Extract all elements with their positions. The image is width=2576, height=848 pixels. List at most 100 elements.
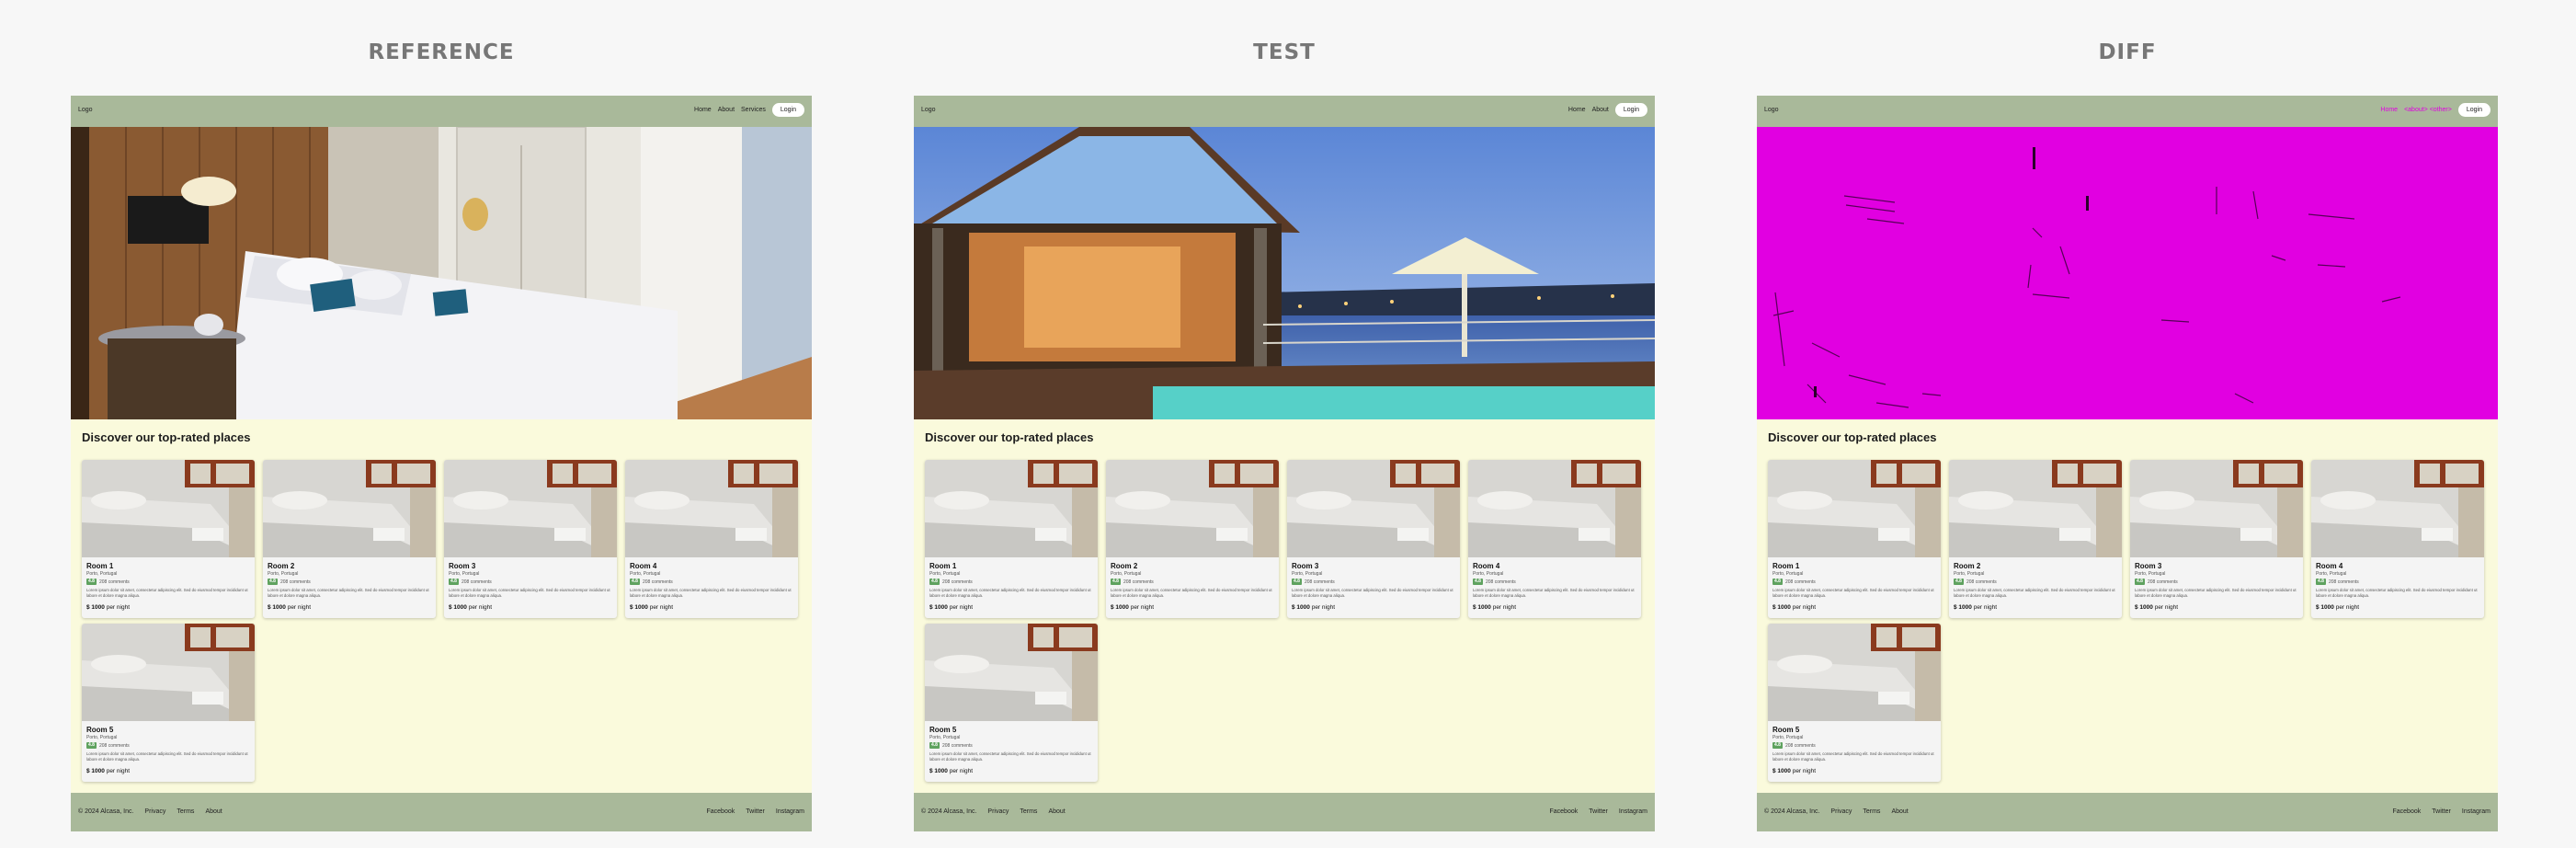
room-description: Lorem ipsum dolor sit amet, consectetur … bbox=[449, 588, 610, 598]
site-footer: © 2024 Alcasa, Inc. Privacy Terms About … bbox=[914, 793, 1655, 831]
site-logo[interactable]: Logo bbox=[921, 107, 936, 113]
price-unit: per night bbox=[1792, 604, 1816, 611]
facebook-link[interactable]: Facebook bbox=[1550, 808, 1579, 815]
login-button[interactable]: Login bbox=[771, 103, 804, 117]
footer-about-link[interactable]: About bbox=[1891, 808, 1908, 815]
reference-screenshot: Logo Home About Services Login Discover … bbox=[71, 96, 812, 831]
room-photo bbox=[1768, 624, 1941, 721]
twitter-link[interactable]: Twitter bbox=[746, 808, 765, 815]
nav-home-diff[interactable]: Home bbox=[2380, 107, 2398, 113]
footer-privacy-link[interactable]: Privacy bbox=[1830, 808, 1852, 815]
diff-screenshot: Logo Home <about> <other> Login Discover… bbox=[1757, 96, 2498, 831]
comments-count: 208 comments bbox=[1486, 579, 1516, 585]
room-card-3[interactable]: Room 3 Porto, Portugal 4.8 208 comments … bbox=[1287, 460, 1460, 618]
room-description: Lorem ipsum dolor sit amet, consectetur … bbox=[1772, 751, 1934, 762]
room-price: $ 1000 per night bbox=[929, 768, 973, 774]
rating-badge: 4.8 bbox=[1111, 579, 1121, 585]
room-name: Room 1 bbox=[929, 562, 957, 570]
room-card-1[interactable]: Room 1 Porto, Portugal 4.8 208 comments … bbox=[1768, 460, 1941, 618]
price-unit: per night bbox=[1311, 604, 1335, 611]
footer-terms-link[interactable]: Terms bbox=[1863, 808, 1880, 815]
room-description: Lorem ipsum dolor sit amet, consectetur … bbox=[1772, 588, 1934, 598]
footer-privacy-link[interactable]: Privacy bbox=[987, 808, 1009, 815]
login-button[interactable]: Login bbox=[2457, 103, 2491, 117]
login-button[interactable]: Login bbox=[1614, 103, 1647, 117]
price-unit: per night bbox=[106, 768, 130, 774]
room-location: Porto, Portugal bbox=[1954, 571, 1985, 577]
room-card-2[interactable]: Room 2 Porto, Portugal 4.8 208 comments … bbox=[1949, 460, 2122, 618]
instagram-link[interactable]: Instagram bbox=[776, 808, 804, 815]
nav-about[interactable]: About bbox=[718, 107, 735, 113]
nav-home[interactable]: Home bbox=[694, 107, 712, 113]
site-logo[interactable]: Logo bbox=[78, 107, 93, 113]
room-name: Room 3 bbox=[449, 562, 476, 570]
room-description: Lorem ipsum dolor sit amet, consectetur … bbox=[2135, 588, 2297, 598]
room-photo bbox=[1949, 460, 2122, 557]
footer-terms-link[interactable]: Terms bbox=[177, 808, 194, 815]
nav-links: Home <about> <other> Login bbox=[2380, 103, 2491, 117]
footer-copyright: © 2024 Alcasa, Inc. bbox=[78, 808, 134, 815]
test-title: TEST bbox=[1253, 40, 1316, 64]
room-name: Room 4 bbox=[2316, 562, 2343, 570]
instagram-link[interactable]: Instagram bbox=[1619, 808, 1647, 815]
rating-badge: 4.8 bbox=[86, 742, 97, 749]
nav-home[interactable]: Home bbox=[1568, 107, 1586, 113]
room-description: Lorem ipsum dolor sit amet, consectetur … bbox=[1292, 588, 1453, 598]
room-description: Lorem ipsum dolor sit amet, consectetur … bbox=[929, 588, 1091, 598]
room-card-1[interactable]: Room 1 Porto, Portugal 4.8 208 comments … bbox=[82, 460, 255, 618]
nav-about-diff[interactable]: <about> <other> bbox=[2404, 107, 2452, 113]
twitter-link[interactable]: Twitter bbox=[1589, 808, 1608, 815]
site-logo[interactable]: Logo bbox=[1764, 107, 1779, 113]
room-card-3[interactable]: Room 3 Porto, Portugal 4.8 208 comments … bbox=[2130, 460, 2303, 618]
price-amount: $ 1000 bbox=[1954, 604, 1972, 611]
price-amount: $ 1000 bbox=[1772, 768, 1791, 774]
room-price: $ 1000 per night bbox=[449, 604, 492, 611]
footer-terms-link[interactable]: Terms bbox=[1020, 808, 1037, 815]
room-card-3[interactable]: Room 3 Porto, Portugal 4.8 208 comments … bbox=[444, 460, 617, 618]
room-card-5[interactable]: Room 5 Porto, Portugal 4.8 208 comments … bbox=[1768, 624, 1941, 782]
footer-social: Facebook Twitter Instagram bbox=[707, 808, 805, 815]
room-price: $ 1000 per night bbox=[630, 604, 673, 611]
room-photo bbox=[2311, 460, 2484, 557]
comments-count: 208 comments bbox=[2148, 579, 2178, 585]
hero-image-terrace bbox=[914, 127, 1655, 419]
comments-count: 208 comments bbox=[942, 743, 973, 749]
room-description: Lorem ipsum dolor sit amet, consectetur … bbox=[268, 588, 429, 598]
room-card-1[interactable]: Room 1 Porto, Portugal 4.8 208 comments … bbox=[925, 460, 1098, 618]
room-card-2[interactable]: Room 2 Porto, Portugal 4.8 208 comments … bbox=[263, 460, 436, 618]
room-card-4[interactable]: Room 4 Porto, Portugal 4.8 208 comments … bbox=[1468, 460, 1641, 618]
room-location: Porto, Portugal bbox=[1111, 571, 1142, 577]
room-price: $ 1000 per night bbox=[1292, 604, 1335, 611]
footer-copyright: © 2024 Alcasa, Inc. bbox=[921, 808, 977, 815]
comments-count: 208 comments bbox=[1966, 579, 1997, 585]
nav-about[interactable]: About bbox=[1592, 107, 1609, 113]
footer-about-link[interactable]: About bbox=[1048, 808, 1065, 815]
nav-services[interactable]: Services bbox=[741, 107, 766, 113]
room-name: Room 4 bbox=[1473, 562, 1500, 570]
room-card-2[interactable]: Room 2 Porto, Portugal 4.8 208 comments … bbox=[1106, 460, 1279, 618]
footer-privacy-link[interactable]: Privacy bbox=[144, 808, 165, 815]
price-unit: per night bbox=[2335, 604, 2359, 611]
footer-about-link[interactable]: About bbox=[205, 808, 222, 815]
room-location: Porto, Portugal bbox=[630, 571, 661, 577]
twitter-link[interactable]: Twitter bbox=[2432, 808, 2451, 815]
price-amount: $ 1000 bbox=[86, 604, 105, 611]
room-price: $ 1000 per night bbox=[1772, 768, 1816, 774]
rating-badge: 4.8 bbox=[2135, 579, 2145, 585]
rating-badge: 4.8 bbox=[1772, 579, 1783, 585]
section-title: Discover our top-rated places bbox=[925, 430, 1094, 444]
hero-diff-region bbox=[1757, 127, 2498, 419]
facebook-link[interactable]: Facebook bbox=[2393, 808, 2422, 815]
room-card-5[interactable]: Room 5 Porto, Portugal 4.8 208 comments … bbox=[925, 624, 1098, 782]
room-card-4[interactable]: Room 4 Porto, Portugal 4.8 208 comments … bbox=[2311, 460, 2484, 618]
price-unit: per night bbox=[2154, 604, 2178, 611]
room-card-5[interactable]: Room 5 Porto, Portugal 4.8 208 comments … bbox=[82, 624, 255, 782]
price-unit: per night bbox=[1792, 768, 1816, 774]
room-card-4[interactable]: Room 4 Porto, Portugal 4.8 208 comments … bbox=[625, 460, 798, 618]
facebook-link[interactable]: Facebook bbox=[707, 808, 735, 815]
comments-count: 208 comments bbox=[99, 579, 130, 585]
instagram-link[interactable]: Instagram bbox=[2462, 808, 2491, 815]
room-price: $ 1000 per night bbox=[1772, 604, 1816, 611]
room-photo bbox=[2130, 460, 2303, 557]
room-name: Room 1 bbox=[1772, 562, 1800, 570]
